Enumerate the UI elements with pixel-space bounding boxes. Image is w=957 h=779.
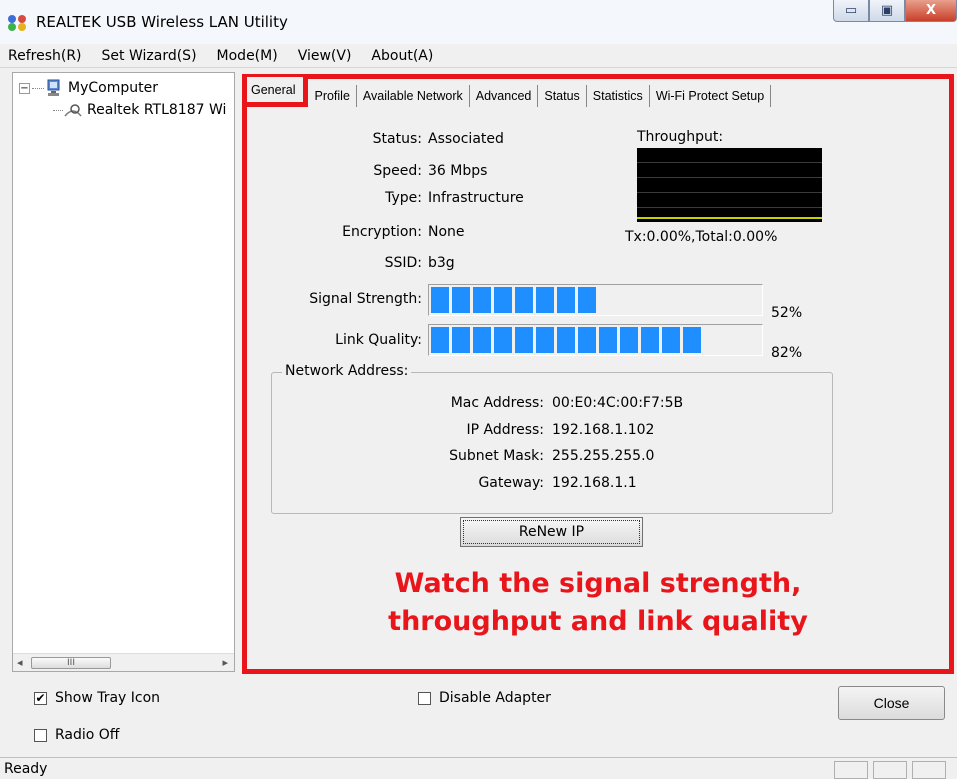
menu-bar: Refresh(R) Set Wizard(S) Mode(M) View(V)…	[0, 44, 957, 68]
ip-address-value: 192.168.1.102	[552, 422, 655, 438]
status-cell	[912, 761, 946, 779]
gateway-value: 192.168.1.1	[552, 475, 637, 491]
subnet-mask-value: 255.255.255.0	[552, 448, 655, 464]
general-tab-panel: General Profile Available Network Advanc…	[242, 74, 954, 674]
scroll-left-icon[interactable]: ◂	[17, 656, 23, 669]
radio-off-checkbox[interactable]	[34, 728, 47, 742]
tree-item-adapter[interactable]: Realtek RTL8187 Wi	[53, 102, 226, 118]
tab-statistics[interactable]: Statistics	[587, 85, 650, 107]
tab-status[interactable]: Status	[538, 85, 587, 107]
close-button[interactable]: Close	[838, 686, 945, 720]
annotation-line-1: Watch the signal strength,	[394, 568, 802, 599]
status-text: Ready	[4, 761, 48, 777]
renew-ip-button[interactable]: ReNew IP	[460, 517, 643, 547]
status-cell	[834, 761, 868, 779]
menu-set-wizard[interactable]: Set Wizard(S)	[92, 48, 207, 64]
ip-address-label: IP Address:	[466, 422, 545, 438]
tree-connector	[53, 109, 63, 111]
speed-value: 36 Mbps	[428, 163, 488, 179]
status-label: Status:	[372, 131, 422, 147]
annotation-line-2: throughput and link quality	[388, 606, 808, 637]
throughput-label: Throughput:	[637, 129, 724, 145]
signal-strength-label: Signal Strength:	[309, 291, 422, 307]
scroll-thumb[interactable]: III	[31, 657, 111, 669]
status-cell	[873, 761, 907, 779]
menu-about[interactable]: About(A)	[361, 48, 443, 64]
show-tray-icon-option[interactable]: ✔ Show Tray Icon	[34, 690, 160, 706]
show-tray-icon-label: Show Tray Icon	[55, 690, 161, 706]
link-quality-percent: 82%	[771, 345, 803, 361]
menu-refresh[interactable]: Refresh(R)	[0, 48, 92, 64]
minimize-button[interactable]: ▭	[833, 0, 869, 22]
encryption-value: None	[428, 224, 465, 240]
minimize-icon: ▭	[844, 3, 858, 18]
network-address-group: Network Address: Mac Address: 00:E0:4C:0…	[271, 363, 833, 514]
link-quality-fill	[431, 327, 701, 353]
horizontal-scrollbar[interactable]: ◂ III ▸	[13, 653, 234, 671]
mac-address-label: Mac Address:	[450, 395, 544, 411]
link-quality-meter	[428, 324, 763, 356]
signal-strength-percent: 52%	[771, 305, 803, 321]
tab-strip: General Profile Available Network Advanc…	[247, 77, 772, 107]
disable-adapter-label: Disable Adapter	[439, 690, 551, 706]
window-controls: ▭ ▣ X	[833, 0, 957, 26]
tree-label-adapter: Realtek RTL8187 Wi	[87, 102, 227, 118]
subnet-mask-label: Subnet Mask:	[449, 448, 544, 464]
tab-wifi-protect-setup[interactable]: Wi-Fi Protect Setup	[650, 85, 772, 107]
speed-label: Speed:	[373, 163, 422, 179]
show-tray-icon-checkbox[interactable]: ✔	[34, 691, 47, 705]
encryption-label: Encryption:	[342, 224, 422, 240]
tab-profile[interactable]: Profile	[308, 85, 357, 107]
realtek-app-icon	[8, 15, 26, 31]
device-tree: − MyComputer Realtek RTL8187 Wi ◂ III ▸	[12, 72, 235, 672]
ssid-label: SSID:	[384, 255, 422, 271]
menu-view[interactable]: View(V)	[288, 48, 362, 64]
type-label: Type:	[385, 190, 422, 206]
disable-adapter-checkbox[interactable]	[418, 691, 431, 705]
close-window-button[interactable]: X	[905, 0, 957, 22]
disable-adapter-option[interactable]: Disable Adapter	[418, 690, 551, 706]
tree-label-mycomputer: MyComputer	[68, 80, 158, 96]
type-value: Infrastructure	[428, 190, 524, 206]
gateway-label: Gateway:	[478, 475, 544, 491]
tree-item-mycomputer[interactable]: − MyComputer	[19, 79, 158, 97]
mac-address-value: 00:E0:4C:00:F7:5B	[552, 395, 684, 411]
menu-mode[interactable]: Mode(M)	[207, 48, 288, 64]
throughput-graph	[637, 148, 822, 222]
status-bar: Ready	[0, 757, 957, 779]
tab-advanced[interactable]: Advanced	[470, 85, 539, 107]
close-icon: X	[925, 3, 937, 18]
tree-connector	[32, 87, 44, 89]
signal-strength-fill	[431, 287, 596, 313]
maximize-button[interactable]: ▣	[869, 0, 905, 22]
radio-off-option[interactable]: Radio Off	[34, 727, 119, 743]
wireless-adapter-icon	[64, 104, 82, 117]
tab-available-network[interactable]: Available Network	[357, 85, 470, 107]
link-quality-label: Link Quality:	[335, 332, 422, 348]
status-value: Associated	[428, 131, 504, 147]
radio-off-label: Radio Off	[55, 727, 120, 743]
maximize-icon: ▣	[880, 3, 894, 18]
collapse-icon[interactable]: −	[19, 82, 30, 94]
scroll-right-icon[interactable]: ▸	[222, 656, 228, 669]
throughput-value: Tx:0.00%,Total:0.00%	[625, 229, 778, 245]
network-address-label: Network Address:	[282, 363, 412, 379]
computer-icon	[47, 79, 60, 96]
tab-general[interactable]: General	[247, 77, 309, 107]
title-bar: REALTEK USB Wireless LAN Utility ▭ ▣ X	[0, 0, 957, 44]
ssid-value: b3g	[428, 255, 455, 271]
window-title: REALTEK USB Wireless LAN Utility	[36, 13, 288, 31]
signal-strength-meter	[428, 284, 763, 316]
